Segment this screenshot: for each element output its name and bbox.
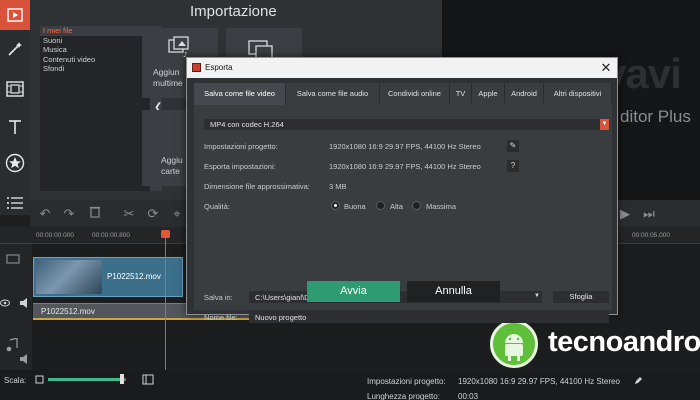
quality-radio-good[interactable] [331,201,340,210]
project-settings-label: Impostazioni progetto: [204,142,278,151]
category-music[interactable]: Musica [40,45,150,55]
magic-wand-icon[interactable] [0,34,30,64]
status-project-length-value: 00:03 [458,392,479,400]
tab-tv[interactable]: TV [450,83,472,105]
watermark-text-part2: android [622,326,700,358]
tab-audio-file[interactable]: Salva come file audio [286,83,380,105]
ruler-label: 00:00:00.800 [92,232,130,239]
help-icon[interactable]: ? [507,160,519,172]
chevron-down-icon[interactable]: ▼ [600,119,609,130]
zoom-slider[interactable] [48,378,126,381]
dialog-title: Esporta [205,63,233,72]
watermark-text: tecnoandroid [548,326,700,359]
ruler-label: 00:00:05.000 [632,232,670,239]
category-sounds[interactable]: Suoni [40,36,150,46]
text-icon[interactable] [0,112,30,142]
category-my-files[interactable]: I miei file [40,26,150,36]
preview-subtitle: ditor Plus [620,107,691,126]
undo-icon[interactable]: ↶ [36,205,54,223]
export-settings-value: 1920x1080 16:9 29.97 FPS, 44100 Hz Stere… [329,162,481,171]
quality-radio-high[interactable] [376,201,385,210]
play-icon[interactable]: ▶ [616,205,634,223]
browse-button[interactable]: Sfoglia [553,291,609,303]
project-settings-value: 1920x1080 16:9 29.97 FPS, 44100 Hz Stere… [329,142,481,151]
scale-label: Scala: [4,376,27,385]
clip-thumbnail [36,260,102,294]
tool-rail [0,0,30,215]
zoom-slider-fill [48,378,123,381]
start-export-button[interactable]: Avvia [307,281,400,302]
app-icon [192,63,201,72]
scissors-icon[interactable]: ✂ [120,205,138,223]
format-select[interactable]: MP4 con codec H.264 ▼ [204,119,609,130]
watermark-text-part1: tecno [548,326,623,358]
add-media-label-1: Aggiun [153,67,180,77]
dialog-titlebar[interactable]: Esporta ✕ [187,58,617,78]
dialog-body: MP4 con codec H.264 ▼ Impostazioni proge… [194,105,612,323]
quality-label: Qualità: [204,202,230,211]
speaker-icon[interactable] [19,298,31,308]
status-project-settings-label: Impostazioni progetto: [367,377,446,386]
zoom-out-icon[interactable] [35,375,44,384]
tab-apple[interactable]: Apple [472,83,505,105]
save-in-label: Salva in: [204,293,233,302]
add-folder-label-2: carte [161,166,180,176]
add-folder-label-1: Aggiu [161,155,183,165]
cancel-button[interactable]: Annulla [407,281,500,302]
category-video-content[interactable]: Contenuti video [40,55,150,65]
tab-other-devices[interactable]: Altri dispositivi [544,83,612,105]
video-track-icon[interactable] [6,254,20,264]
playhead-handle[interactable] [161,230,170,238]
eye-icon[interactable] [0,299,10,307]
track-headers [0,244,32,370]
quality-option-high[interactable]: Alta [390,202,403,211]
category-backgrounds[interactable]: Sfondi [40,64,150,74]
file-name-value: Nuovo progetto [255,313,307,322]
import-icon[interactable] [0,0,30,30]
music-note-icon [6,338,18,352]
media-files-icon: ♪ [168,36,189,58]
file-size-value: 3 MB [329,182,347,191]
format-select-value: MP4 con codec H.264 [210,120,284,129]
zoom-fit-icon[interactable] [142,374,154,385]
trash-icon[interactable] [86,205,104,223]
rotate-icon[interactable]: ⟳ [144,205,162,223]
close-icon[interactable]: ✕ [597,59,615,77]
quality-radio-max[interactable] [412,201,421,210]
category-list: I miei file Suoni Musica Contenuti video… [40,26,150,191]
export-settings-label: Esporta impostazioni: [204,162,276,171]
import-title: Importazione [190,3,277,20]
edit-settings-pencil-icon[interactable] [634,376,643,385]
file-name-input[interactable]: Nuovo progetto [249,311,609,323]
file-size-label: Dimensione file approssimativa: [204,182,310,191]
star-sticker-icon[interactable] [0,148,30,178]
edit-pencil-icon[interactable]: ✎ [507,140,519,152]
filmstrip-icon[interactable] [0,74,30,104]
watermark-android-logo [490,320,538,368]
quality-option-good[interactable]: Buona [344,202,366,211]
path-dropdown-icon[interactable]: ▼ [534,293,540,299]
status-project-settings-value: 1920x1080 16:9 29.97 FPS, 44100 Hz Stere… [458,377,620,386]
list-icon[interactable] [0,188,30,218]
export-tabs: Salva come file video Salva come file au… [194,83,612,105]
export-dialog: Esporta ✕ Salva come file video Salva co… [186,57,618,323]
tab-android[interactable]: Android [505,83,544,105]
video-clip-name: P1022512.mov [107,272,161,281]
status-project-length-label: Lunghezza progetto: [367,392,440,400]
crop-icon[interactable]: ⌖ [168,205,186,223]
ruler-label: 00:00:00.000 [36,232,74,239]
next-frame-icon[interactable]: ⏭ [640,205,658,223]
quality-option-max[interactable]: Massima [426,202,456,211]
tab-video-file[interactable]: Salva come file video [194,83,286,105]
video-clip[interactable]: P1022512.mov [33,257,183,297]
music-speaker-icon[interactable] [19,354,31,364]
add-media-label-2: multime [153,78,183,88]
playhead[interactable] [165,230,166,370]
audio-clip-name: P1022512.mov [41,307,95,316]
redo-icon[interactable]: ↷ [60,205,78,223]
tab-share-online[interactable]: Condividi online [380,83,450,105]
file-name-label: Nome file: [204,313,238,322]
zoom-slider-handle[interactable] [120,374,125,384]
video-editor-window: Importazione I miei file Suoni Musica Co… [0,0,700,400]
